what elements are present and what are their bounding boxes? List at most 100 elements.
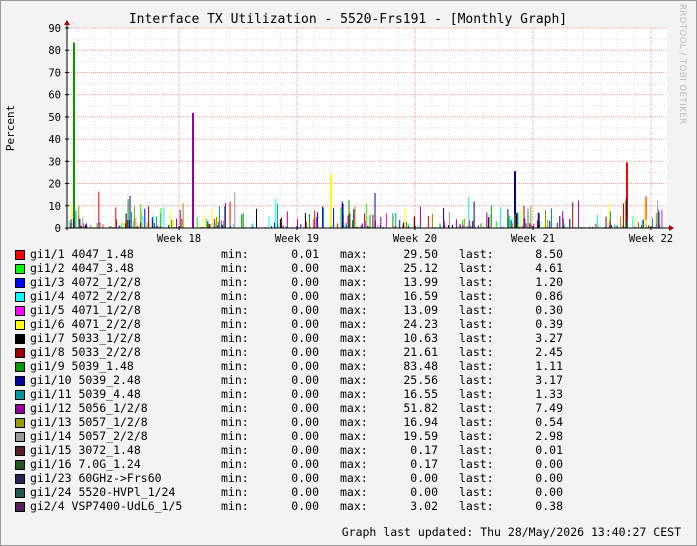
legend-name: gi1/10 5039_2.48 — [30, 373, 141, 387]
min-value: 0.00 — [291, 471, 319, 485]
legend-name: gi1/16 7.0G_1.24 — [30, 457, 141, 471]
last-value: 0.00 — [535, 471, 563, 485]
legend-row: gi1/1 4047_1.48 min: 0.01 max: 29.50 last: 8.5… — [0, 247, 600, 261]
legend-swatch — [15, 362, 25, 372]
legend-swatch — [15, 320, 25, 330]
max-value: 0.17 — [410, 457, 438, 471]
max-value: 10.63 — [403, 331, 438, 345]
last-label: last: — [459, 331, 494, 345]
max-label: max: — [340, 317, 368, 331]
min-label: min: — [221, 247, 249, 261]
y-tick-label: 70 — [48, 67, 61, 79]
min-label: min: — [221, 289, 249, 303]
legend-row: gi1/15 3072_1.48 min: 0.00 max: 0.17 last: 0.0… — [0, 443, 600, 457]
min-value: 0.00 — [291, 275, 319, 289]
max-value: 3.02 — [410, 499, 438, 513]
last-value: 3.27 — [535, 331, 563, 345]
max-label: max: — [340, 401, 368, 415]
min-label: min: — [221, 345, 249, 359]
min-label: min: — [221, 261, 249, 275]
min-label: min: — [221, 275, 249, 289]
last-label: last: — [459, 303, 494, 317]
max-label: max: — [340, 275, 368, 289]
max-label: max: — [340, 359, 368, 373]
legend-swatch — [15, 418, 25, 428]
legend-swatch — [15, 488, 25, 498]
last-label: last: — [459, 429, 494, 443]
legend-swatch — [15, 446, 25, 456]
legend-row: gi1/23 60GHz->Frs60 min: 0.00 max: 0.00 last:… — [0, 471, 600, 485]
max-label: max: — [340, 499, 368, 513]
legend-name: gi1/23 60GHz->Frs60 — [30, 471, 162, 485]
legend-row: gi1/24 5520-HVPl_1/24 min: 0.00 max: 0.00 las… — [0, 485, 600, 499]
last-label: last: — [459, 485, 494, 499]
y-axis-arrow — [64, 20, 70, 25]
x-tick-label: Week 18 — [157, 233, 201, 245]
legend-name: gi1/2 4047_3.48 — [30, 261, 134, 275]
last-label: last: — [459, 275, 494, 289]
last-value: 3.17 — [535, 373, 563, 387]
max-label: max: — [340, 373, 368, 387]
max-value: 24.23 — [403, 317, 438, 331]
max-value: 83.48 — [403, 359, 438, 373]
min-value: 0.00 — [291, 345, 319, 359]
last-value: 0.00 — [535, 485, 563, 499]
y-tick-label: 30 — [48, 156, 61, 168]
max-label: max: — [340, 443, 368, 457]
min-value: 0.00 — [291, 457, 319, 471]
last-label: last: — [459, 247, 494, 261]
legend-row: gi1/2 4047_3.48 min: 0.00 max: 25.12 last: 4.6… — [0, 261, 600, 275]
watermark: RRDTOOL / TOBI OETIKER — [677, 4, 687, 125]
last-label: last: — [459, 317, 494, 331]
legend-swatch — [15, 502, 25, 512]
min-label: min: — [221, 359, 249, 373]
max-label: max: — [340, 289, 368, 303]
legend-name: gi2/4 VSP7400-UdL6_1/5 — [30, 499, 183, 513]
last-label: last: — [459, 457, 494, 471]
legend-row: gi1/11 5039_4.48 min: 0.00 max: 16.55 last: 1.… — [0, 387, 600, 401]
min-value: 0.00 — [291, 359, 319, 373]
last-label: last: — [459, 373, 494, 387]
legend-name: gi1/5 4071_1/2/8 — [30, 303, 141, 317]
max-value: 13.09 — [403, 303, 438, 317]
last-value: 7.49 — [535, 401, 563, 415]
min-value: 0.00 — [291, 499, 319, 513]
legend-name: gi1/7 5033_1/2/8 — [30, 331, 141, 345]
max-label: max: — [340, 387, 368, 401]
x-tick-label: Week 21 — [511, 233, 555, 245]
max-label: max: — [340, 471, 368, 485]
legend-swatch — [15, 334, 25, 344]
max-label: max: — [340, 345, 368, 359]
min-value: 0.00 — [291, 443, 319, 457]
max-label: max: — [340, 331, 368, 345]
min-value: 0.00 — [291, 289, 319, 303]
last-value: 0.86 — [535, 289, 563, 303]
last-value: 4.61 — [535, 261, 563, 275]
legend-row: gi1/6 4071_2/2/8 min: 0.00 max: 24.23 last: 0.… — [0, 317, 600, 331]
y-ticks: 0 10 20 30 40 50 60 70 80 90 — [48, 23, 69, 235]
legend-swatch — [15, 264, 25, 274]
max-value: 25.12 — [403, 261, 438, 275]
legend-name: gi1/1 4047_1.48 — [30, 247, 134, 261]
legend-row: gi1/14 5057_2/2/8 min: 0.00 max: 19.59 last: 2… — [0, 429, 600, 443]
min-value: 0.00 — [291, 429, 319, 443]
max-value: 13.99 — [403, 275, 438, 289]
last-value: 1.33 — [535, 387, 563, 401]
min-label: min: — [221, 443, 249, 457]
max-value: 29.50 — [403, 247, 438, 261]
legend-name: gi1/6 4071_2/2/8 — [30, 317, 141, 331]
x-tick-label: Week 19 — [275, 233, 319, 245]
x-tick-label: Week 22 — [629, 233, 673, 245]
y-tick-label: 90 — [48, 23, 61, 35]
max-label: max: — [340, 485, 368, 499]
y-axis-label: Percent — [4, 105, 17, 151]
min-value: 0.00 — [291, 317, 319, 331]
y-tick-label: 60 — [48, 90, 61, 102]
min-value: 0.00 — [291, 401, 319, 415]
legend-row: gi1/5 4071_1/2/8 min: 0.00 max: 13.09 last: 0.… — [0, 303, 600, 317]
legend-swatch — [15, 306, 25, 316]
last-value: 0.54 — [535, 415, 563, 429]
legend-name: gi1/8 5033_2/2/8 — [30, 345, 141, 359]
legend-row: gi1/9 5039_1.48 min: 0.00 max: 83.48 last: 1.1… — [0, 359, 600, 373]
min-label: min: — [221, 471, 249, 485]
